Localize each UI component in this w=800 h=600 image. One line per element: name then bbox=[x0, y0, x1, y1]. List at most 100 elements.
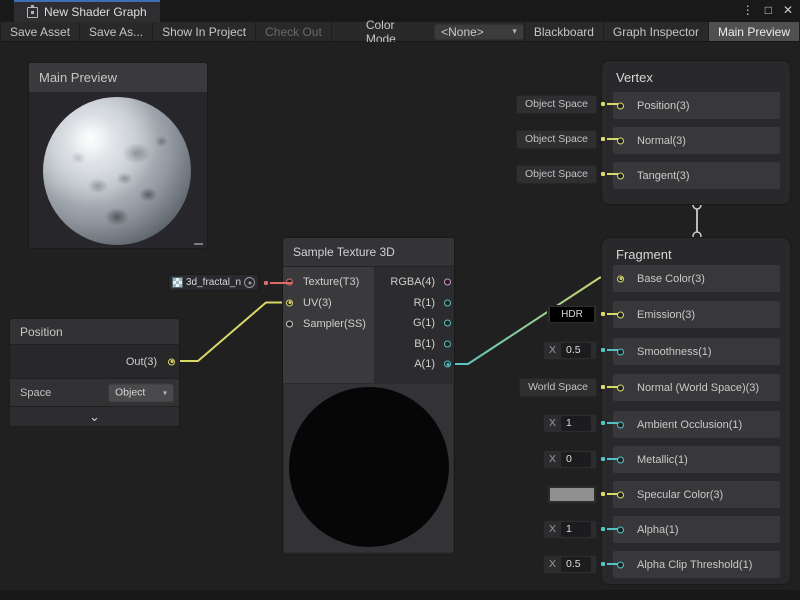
color-mode-dropdown[interactable]: <None> ▾ bbox=[434, 24, 524, 40]
normal-input-port[interactable] bbox=[617, 137, 624, 144]
fragment-row-base-color[interactable]: Base Color(3) bbox=[613, 265, 780, 292]
graph-toolbar: Save Asset Save As... Show In Project Ch… bbox=[0, 22, 800, 42]
texture-field-assembly: 3d_fractal_n bbox=[168, 274, 292, 291]
preview-sphere-render bbox=[43, 97, 191, 245]
position-node[interactable]: Position Out(3) Space Object ▾ ⌄ bbox=[9, 318, 180, 427]
fragment-row-alpha-clip[interactable]: Alpha Clip Threshold(1) bbox=[613, 551, 780, 578]
resize-handle[interactable] bbox=[194, 243, 203, 245]
fragment-row-ambient-occlusion[interactable]: Ambient Occlusion(1) bbox=[613, 411, 780, 438]
position-space-row: Space Object ▾ bbox=[10, 379, 179, 407]
alpha-value-widget[interactable]: X1 bbox=[543, 519, 618, 539]
b-output-port[interactable] bbox=[444, 340, 451, 347]
position-input-port[interactable] bbox=[617, 102, 624, 109]
tab-title: New Shader Graph bbox=[44, 5, 147, 19]
alpha-clip-input-port[interactable] bbox=[617, 561, 624, 568]
vertex-row-normal[interactable]: Normal(3) bbox=[613, 127, 780, 154]
alpha-input-port[interactable] bbox=[617, 526, 624, 533]
alpha-clip-value-input[interactable]: 0.5 bbox=[561, 557, 591, 572]
position-node-title[interactable]: Position bbox=[10, 319, 179, 345]
sample-texture-3d-node[interactable]: Sample Texture 3D Texture(T3) UV(3) Samp… bbox=[282, 237, 455, 555]
position-out-row: Out(3) bbox=[10, 345, 179, 379]
emission-input-port[interactable] bbox=[617, 311, 624, 318]
smoothness-value-input[interactable]: 0.5 bbox=[561, 343, 591, 358]
input-uv: UV(3) bbox=[283, 292, 374, 313]
output-g: G(1) bbox=[374, 313, 454, 334]
object-picker-icon[interactable] bbox=[244, 277, 255, 288]
save-asset-button[interactable]: Save Asset bbox=[0, 22, 80, 41]
input-texture: Texture(T3) bbox=[283, 271, 374, 292]
metallic-value-input[interactable]: 0 bbox=[561, 452, 591, 467]
fragment-row-emission[interactable]: Emission(3) bbox=[613, 301, 780, 328]
chevron-down-icon: ▾ bbox=[163, 388, 167, 397]
maximize-icon[interactable]: □ bbox=[765, 3, 772, 17]
shader-graph-icon bbox=[27, 7, 38, 18]
fragment-row-metallic[interactable]: Metallic(1) bbox=[613, 446, 780, 473]
graph-canvas[interactable]: Main Preview Vertex Position(3) Normal(3… bbox=[0, 42, 800, 590]
position-space-chip: Object Space bbox=[516, 94, 618, 114]
ambient-occlusion-value-input[interactable]: 1 bbox=[561, 416, 591, 431]
texture-name: 3d_fractal_n bbox=[186, 277, 241, 288]
r-output-port[interactable] bbox=[444, 299, 451, 306]
smoothness-input-port[interactable] bbox=[617, 348, 624, 355]
check-out-button: Check Out bbox=[256, 22, 332, 41]
sample-texture-3d-title[interactable]: Sample Texture 3D bbox=[283, 238, 454, 267]
output-r: R(1) bbox=[374, 293, 454, 314]
out-output-port[interactable] bbox=[168, 358, 175, 365]
normal-ws-input-port[interactable] bbox=[617, 384, 624, 391]
g-output-port[interactable] bbox=[444, 320, 451, 327]
shader-graph-window: New Shader Graph ⋮ □ ✕ Save Asset Save A… bbox=[0, 0, 800, 600]
specular-color-input-port[interactable] bbox=[617, 491, 624, 498]
metallic-value-widget[interactable]: X0 bbox=[543, 449, 618, 469]
fragment-node-title: Fragment bbox=[602, 238, 790, 262]
emission-hdr-widget[interactable]: HDR bbox=[547, 304, 618, 324]
fragment-row-smoothness[interactable]: Smoothness(1) bbox=[613, 338, 780, 365]
input-sampler: Sampler(SS) bbox=[283, 313, 374, 334]
hdr-color-field[interactable]: HDR bbox=[550, 307, 594, 322]
specular-color-widget[interactable] bbox=[547, 484, 618, 504]
fragment-row-normal-ws[interactable]: Normal (World Space)(3) bbox=[613, 374, 780, 401]
texture-object-field[interactable]: 3d_fractal_n bbox=[168, 274, 259, 291]
metallic-input-port[interactable] bbox=[617, 456, 624, 463]
sample-preview-sphere bbox=[289, 387, 449, 547]
chevron-down-icon: ▾ bbox=[512, 26, 517, 37]
main-preview-toggle-button[interactable]: Main Preview bbox=[709, 22, 800, 41]
graph-inspector-toggle-button[interactable]: Graph Inspector bbox=[604, 22, 709, 41]
vertex-row-tangent[interactable]: Tangent(3) bbox=[613, 162, 780, 189]
normal-space-chip: Object Space bbox=[516, 129, 618, 149]
smoothness-value-widget[interactable]: X0.5 bbox=[543, 340, 618, 360]
fragment-row-specular-color[interactable]: Specular Color(3) bbox=[613, 481, 780, 508]
base-color-input-port[interactable] bbox=[617, 275, 624, 282]
save-as-button[interactable]: Save As... bbox=[80, 22, 153, 41]
rgba-output-port[interactable] bbox=[444, 279, 451, 286]
window-bottom-edge bbox=[0, 590, 800, 600]
show-in-project-button[interactable]: Show In Project bbox=[153, 22, 256, 41]
color-mode-label: Color Mode bbox=[358, 22, 434, 41]
alpha-value-input[interactable]: 1 bbox=[561, 522, 591, 537]
ambient-occlusion-input-port[interactable] bbox=[617, 421, 624, 428]
blackboard-toggle-button[interactable]: Blackboard bbox=[524, 22, 604, 41]
sample-node-preview bbox=[284, 384, 453, 552]
tangent-input-port[interactable] bbox=[617, 172, 624, 179]
sampler-input-port[interactable] bbox=[286, 320, 293, 327]
tab-new-shader-graph[interactable]: New Shader Graph bbox=[14, 0, 160, 22]
space-dropdown[interactable]: Object ▾ bbox=[108, 383, 174, 402]
main-preview-body bbox=[29, 92, 207, 248]
fragment-node[interactable]: Fragment Base Color(3) Emission(3) Smoot… bbox=[601, 237, 791, 585]
vertex-node[interactable]: Vertex Position(3) Normal(3) Tangent(3) bbox=[601, 60, 791, 205]
ambient-occlusion-value-widget[interactable]: X1 bbox=[543, 413, 618, 433]
main-preview-panel[interactable]: Main Preview bbox=[28, 62, 208, 249]
normal-space-chip-fragment: World Space bbox=[519, 377, 618, 397]
main-preview-title[interactable]: Main Preview bbox=[29, 63, 207, 92]
vertex-node-title: Vertex bbox=[602, 61, 790, 85]
alpha-clip-value-widget[interactable]: X0.5 bbox=[543, 554, 618, 574]
close-icon[interactable]: ✕ bbox=[783, 3, 793, 17]
vertex-row-position[interactable]: Position(3) bbox=[613, 92, 780, 119]
uv-input-port[interactable] bbox=[286, 299, 293, 306]
window-menu-icon[interactable]: ⋮ bbox=[742, 3, 754, 17]
a-output-port[interactable] bbox=[444, 361, 451, 368]
specular-color-swatch[interactable] bbox=[550, 488, 594, 501]
fragment-row-alpha[interactable]: Alpha(1) bbox=[613, 516, 780, 543]
tangent-space-chip: Object Space bbox=[516, 164, 618, 184]
output-a: A(1) bbox=[374, 354, 454, 375]
collapse-preview-chevron[interactable]: ⌄ bbox=[10, 407, 179, 426]
